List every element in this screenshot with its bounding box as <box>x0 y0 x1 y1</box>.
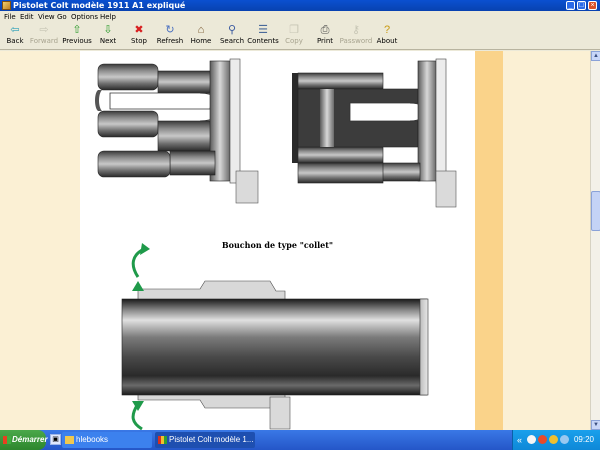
start-label: Démarrer <box>12 435 48 444</box>
system-tray: « 09:20 <box>512 430 600 450</box>
search-icon: ⚲ <box>227 24 237 36</box>
book-icon <box>158 436 167 444</box>
document-view: Bouchon de type "collet" <box>0 51 590 430</box>
forward-button[interactable]: ⇨ Forward <box>26 24 62 49</box>
stop-icon: ✖ <box>134 24 144 36</box>
arrow-right-icon: ⇨ <box>39 24 49 36</box>
print-icon: ⎙ <box>320 24 330 36</box>
menu-go[interactable]: Go <box>57 11 67 23</box>
menu-help[interactable]: Help <box>100 11 116 23</box>
windows-logo-icon <box>3 436 11 444</box>
menu-options[interactable]: Options <box>71 11 98 23</box>
clock: 09:20 <box>573 435 594 444</box>
scroll-down-button[interactable]: ▼ <box>591 420 600 430</box>
home-icon: ⌂ <box>197 24 205 36</box>
margin-stripe <box>475 51 503 430</box>
menu-file[interactable]: File <box>4 11 16 23</box>
minimize-button[interactable]: _ <box>566 1 575 10</box>
tray-expand-chevron[interactable]: « <box>517 430 522 450</box>
key-icon: ⚷ <box>351 24 361 36</box>
copy-icon: ❐ <box>289 24 299 36</box>
close-button[interactable]: × <box>588 1 597 10</box>
taskbar: Démarrer ▣ hlebooks Pistolet Colt modèle… <box>0 430 600 450</box>
bushing-side-view <box>95 58 259 204</box>
maximize-button[interactable]: □ <box>577 1 586 10</box>
menu-view[interactable]: View <box>38 11 55 23</box>
vertical-scrollbar[interactable]: ▲ ▼ <box>590 51 600 430</box>
refresh-icon: ↻ <box>165 24 175 36</box>
help-icon: ? <box>383 24 391 36</box>
document-page: Bouchon de type "collet" <box>80 51 475 430</box>
menu-edit[interactable]: Edit <box>20 11 34 23</box>
bushing-section-view <box>292 58 457 208</box>
arrow-up-icon: ⇧ <box>72 24 82 36</box>
about-button[interactable]: ? About <box>369 24 405 49</box>
task-hlebooks[interactable]: hlebooks <box>62 432 152 448</box>
tray-icon-2[interactable] <box>538 435 547 444</box>
arrow-left-icon: ⇦ <box>10 24 20 36</box>
app-icon <box>2 1 11 10</box>
toolbar: ⇦ Back ⇨ Forward ⇧ Previous ⇩ Next ✖ Sto… <box>0 23 600 50</box>
figure-caption: Bouchon de type "collet" <box>221 240 334 250</box>
arrow-down-icon: ⇩ <box>103 24 113 36</box>
start-button[interactable]: Démarrer <box>0 430 48 450</box>
title-bar: Pistolet Colt modèle 1911 A1 expliqué _ … <box>0 0 600 11</box>
contents-icon: ☰ <box>258 24 268 36</box>
tray-icon-1[interactable] <box>527 435 536 444</box>
tray-icon-4[interactable] <box>560 435 569 444</box>
barrel-assembly <box>121 243 429 430</box>
window-title: Pistolet Colt modèle 1911 A1 expliqué <box>13 1 186 10</box>
scroll-thumb[interactable] <box>591 191 600 231</box>
folder-icon <box>65 436 74 444</box>
quicklaunch-icon[interactable]: ▣ <box>50 434 61 445</box>
tray-icon-3[interactable] <box>549 435 558 444</box>
task-pistolet-colt[interactable]: Pistolet Colt modèle 1... <box>155 432 255 448</box>
menu-bar: File Edit View Go Options Help <box>0 11 600 23</box>
scroll-up-button[interactable]: ▲ <box>591 51 600 61</box>
